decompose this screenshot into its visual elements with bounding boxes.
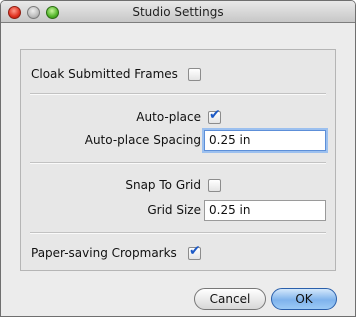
title-bar: Studio Settings <box>1 1 355 23</box>
autoplace-spacing-row: Auto-place Spacing 0.25 in <box>21 130 335 152</box>
snap-row: Snap To Grid <box>21 175 335 197</box>
checkmark-icon: ✔ <box>189 243 201 259</box>
autoplace-spacing-field[interactable]: 0.25 in <box>204 130 326 151</box>
cropmarks-row: Paper-saving Cropmarks ✔ <box>21 243 335 265</box>
grid-size-row: Grid Size 0.25 in <box>21 200 335 222</box>
snap-checkbox[interactable] <box>208 179 221 192</box>
autoplace-label: Auto-place <box>136 110 201 124</box>
ok-button[interactable]: OK <box>271 288 337 310</box>
autoplace-spacing-label: Auto-place Spacing <box>84 133 201 147</box>
checkmark-icon: ✔ <box>209 107 221 123</box>
grid-size-field[interactable]: 0.25 in <box>204 200 326 221</box>
cropmarks-label: Paper-saving Cropmarks <box>31 246 177 260</box>
separator <box>30 232 326 234</box>
cloak-checkbox[interactable] <box>188 68 201 81</box>
cancel-button[interactable]: Cancel <box>194 288 266 310</box>
autoplace-row: Auto-place ✔ <box>21 107 335 129</box>
autoplace-checkbox[interactable]: ✔ <box>208 107 221 124</box>
cloak-row: Cloak Submitted Frames <box>21 64 335 86</box>
separator <box>30 93 326 95</box>
grid-size-label: Grid Size <box>147 203 201 217</box>
separator <box>30 162 326 164</box>
window-title: Studio Settings <box>132 5 224 19</box>
studio-settings-window: Studio Settings Cloak Submitted Frames A… <box>0 0 356 317</box>
snap-label: Snap To Grid <box>125 178 201 192</box>
settings-panel: Cloak Submitted Frames Auto-place ✔ Auto… <box>20 49 336 271</box>
cropmarks-checkbox[interactable]: ✔ <box>188 243 201 260</box>
cloak-label: Cloak Submitted Frames <box>31 67 178 81</box>
